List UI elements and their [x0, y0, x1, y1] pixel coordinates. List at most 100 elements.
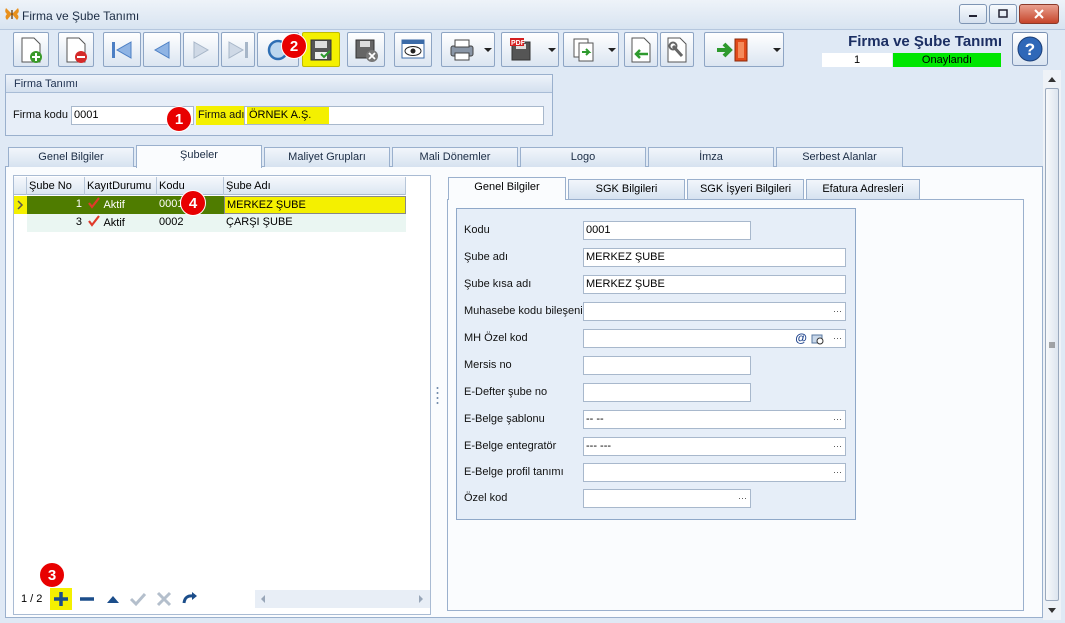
tab-mali-donemler[interactable]: Mali Dönemler — [392, 147, 518, 167]
copy-button[interactable] — [563, 32, 619, 67]
save-close-icon — [355, 39, 378, 62]
maximize-icon — [998, 9, 1008, 18]
tools-button[interactable] — [660, 32, 694, 67]
cell-sube-adi: ÇARŞI ŞUBE — [226, 216, 293, 228]
refresh-grid-button[interactable] — [179, 588, 201, 610]
previous-record-button[interactable] — [143, 32, 181, 67]
tab-serbest-alanlar[interactable]: Serbest Alanlar — [776, 147, 903, 167]
ebelge-sablonu-input[interactable]: -- -- ··· — [583, 410, 846, 429]
ellipsis-button[interactable]: ··· — [738, 490, 747, 507]
redo-icon — [182, 592, 197, 604]
sube-kisa-adi-input[interactable]: MERKEZ ŞUBE — [583, 275, 846, 294]
tools-icon — [667, 37, 687, 62]
firma-name-label: Firma adı — [196, 106, 247, 125]
close-button[interactable] — [1019, 4, 1059, 24]
mh-ozel-kod-input[interactable]: @ ··· — [583, 329, 846, 348]
import-button[interactable] — [624, 32, 658, 67]
col-kayit-durumu[interactable]: KayıtDurumu — [85, 177, 157, 195]
sube-kisa-adi-label: Şube kısa adı — [464, 278, 532, 290]
plus-icon — [54, 592, 68, 606]
muhasebe-kodu-input[interactable]: ··· — [583, 302, 846, 321]
ellipsis-button[interactable]: ··· — [833, 438, 842, 455]
kodu-input[interactable]: 0001 — [583, 221, 751, 240]
status-text: Aktif — [103, 199, 125, 211]
ebelge-profil-input[interactable]: ··· — [583, 463, 846, 482]
ellipsis-button[interactable]: ··· — [833, 464, 842, 481]
status-badge: Onaylandı — [893, 53, 1001, 67]
ozel-kod-input[interactable]: ··· — [583, 489, 751, 508]
pdf-export-icon: PDF — [510, 37, 531, 60]
edefter-sube-no-input[interactable] — [583, 383, 751, 402]
cell-sube-adi[interactable]: MERKEZ ŞUBE — [224, 196, 406, 214]
new-button[interactable] — [13, 32, 49, 67]
grip-icon — [1049, 342, 1055, 348]
window-title: Firma ve Şube Tanımı — [22, 9, 140, 23]
tab-logo[interactable]: Logo — [520, 147, 646, 167]
move-up-button[interactable] — [102, 588, 124, 610]
form-title: Firma ve Şube Tanımı — [848, 33, 1002, 50]
row-indicator-header — [14, 177, 27, 195]
scrollbar-thumb[interactable] — [1045, 88, 1059, 601]
ellipsis-button[interactable]: ··· — [833, 303, 842, 320]
minimize-button[interactable] — [959, 4, 987, 24]
tab-sgk-isyeri-bilgileri[interactable]: SGK İşyeri Bilgileri — [687, 179, 804, 199]
ebelge-sablonu-label: E-Belge şablonu — [464, 413, 545, 425]
col-sube-no[interactable]: Şube No — [27, 177, 85, 195]
grid-horizontal-scrollbar[interactable] — [255, 590, 430, 608]
title-bar: Firma ve Şube Tanımı — [0, 0, 1065, 30]
tab-subeler[interactable]: Şubeler — [136, 145, 262, 168]
last-record-button[interactable] — [221, 32, 255, 67]
preview-icon — [401, 39, 425, 58]
annotation-badge-2: 2 — [281, 33, 307, 59]
tab-detail-genel-bilgiler[interactable]: Genel Bilgiler — [448, 177, 566, 200]
annotation-badge-4: 4 — [180, 190, 206, 216]
print-button[interactable] — [441, 32, 495, 67]
help-icon: ? — [1017, 36, 1043, 62]
print-icon — [450, 39, 474, 60]
table-row[interactable]: 3 Aktif 0002 ÇARŞI ŞUBE — [14, 214, 406, 232]
splitter-handle[interactable] — [436, 385, 439, 405]
ebelge-entegrator-input[interactable]: --- --- ··· — [583, 437, 846, 456]
table-row[interactable]: 1 Aktif 0001 MERKEZ ŞUBE — [14, 196, 406, 214]
pdf-export-button[interactable]: PDF — [501, 32, 559, 67]
email-icon[interactable]: @ — [795, 330, 807, 347]
delete-button[interactable] — [58, 32, 94, 67]
tab-maliyet-gruplari[interactable]: Maliyet Grupları — [264, 147, 390, 167]
cell-kodu: 0002 — [159, 216, 184, 228]
tab-efatura-adresleri[interactable]: Efatura Adresleri — [806, 179, 920, 199]
mersis-no-input[interactable] — [583, 356, 751, 375]
remove-row-button[interactable] — [76, 588, 98, 610]
minus-icon — [80, 597, 94, 601]
col-sube-adi[interactable]: Şube Adı — [224, 177, 406, 195]
ebelge-sablonu-value: -- -- — [586, 413, 604, 425]
status-text: Aktif — [103, 217, 125, 229]
new-document-icon — [21, 37, 42, 63]
annotation-badge-3: 3 — [39, 562, 65, 588]
save-close-button[interactable] — [347, 32, 385, 67]
exit-button[interactable] — [704, 32, 784, 67]
ellipsis-button[interactable]: ··· — [833, 411, 842, 428]
row-indicator — [14, 214, 27, 232]
confirm-row-button[interactable] — [127, 588, 149, 610]
first-record-button[interactable] — [103, 32, 141, 67]
next-record-button[interactable] — [183, 32, 219, 67]
tab-imza[interactable]: İmza — [648, 147, 774, 167]
search-card-icon[interactable] — [811, 332, 825, 346]
vertical-scrollbar[interactable] — [1043, 70, 1061, 620]
ellipsis-button[interactable]: ··· — [833, 330, 842, 347]
tab-genel-bilgiler[interactable]: Genel Bilgiler — [8, 147, 134, 167]
save-button[interactable] — [302, 32, 340, 67]
maximize-button[interactable] — [989, 4, 1017, 24]
svg-text:?: ? — [1025, 40, 1035, 59]
chevron-right-icon — [17, 200, 24, 210]
sube-adi-input[interactable]: MERKEZ ŞUBE — [583, 248, 846, 267]
add-row-button[interactable] — [50, 588, 72, 610]
copy-icon — [573, 38, 594, 61]
help-button[interactable]: ? — [1012, 32, 1048, 66]
mersis-no-label: Mersis no — [464, 359, 512, 371]
firma-name-input[interactable]: ÖRNEK A.Ş. — [244, 106, 544, 125]
tab-sgk-bilgileri[interactable]: SGK Bilgileri — [568, 179, 685, 199]
cancel-row-button[interactable] — [153, 588, 175, 610]
record-count: 1 — [822, 53, 892, 67]
preview-button[interactable] — [394, 32, 432, 67]
